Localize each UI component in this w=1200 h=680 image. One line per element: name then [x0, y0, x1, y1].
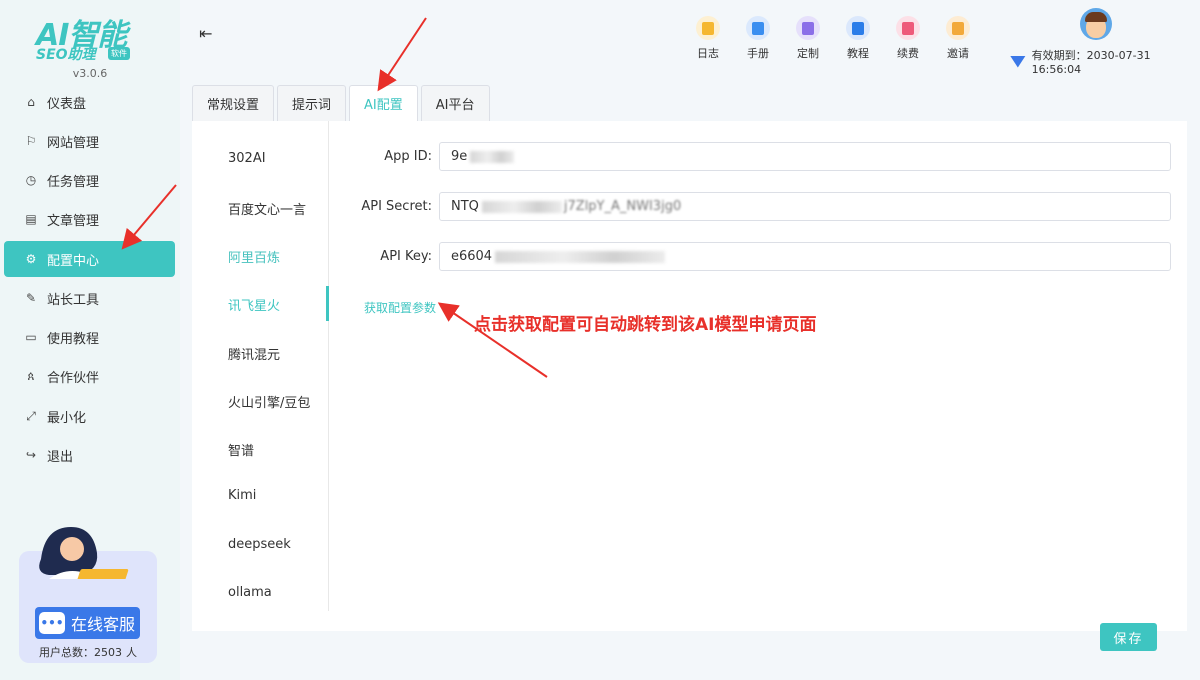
toolbar-log-button[interactable]: 日志 [688, 16, 728, 62]
flag-icon: ⚐ [25, 134, 37, 148]
toolbar-label: 续费 [897, 47, 919, 60]
sidebar-item-logout[interactable]: ↪ 退出 [4, 437, 175, 473]
app-logo: AI智能 SEO助理 软件 [30, 10, 148, 66]
document-icon: ▤ [25, 212, 37, 226]
sidebar-item-label: 仪表盘 [47, 96, 87, 112]
api-key-input[interactable]: e6604 [439, 242, 1171, 271]
sidebar: AI智能 SEO助理 软件 v3.0.6 ⌂ 仪表盘 ⚐ 网站管理 ◷ 任务管理… [0, 0, 180, 680]
sidebar-item-label: 退出 [47, 449, 74, 465]
provider-tencent-hunyuan[interactable]: 腾讯混元 [228, 344, 280, 363]
user-count-label: 用户总数：2503 [39, 646, 122, 659]
sidebar-item-sites[interactable]: ⚐ 网站管理 [4, 123, 175, 159]
provider-volcengine-doubao[interactable]: 火山引擎/豆包 [228, 392, 310, 411]
app-id-input[interactable]: 9e [439, 142, 1171, 171]
annotation-text: 点击获取配置可自动跳转到该AI模型申请页面 [474, 315, 817, 335]
user-count-unit: 人 [126, 646, 137, 659]
chat-icon: ••• [39, 612, 65, 634]
user-count: 用户总数：2503 人 [19, 644, 157, 660]
home-icon: ⌂ [27, 95, 35, 109]
vip-icon [1010, 55, 1026, 68]
tab-ai-config[interactable]: AI配置 [349, 85, 418, 121]
clock-icon: ◷ [25, 173, 37, 187]
provider-zhipu[interactable]: 智谱 [228, 440, 254, 459]
logo-badge: 软件 [108, 47, 130, 60]
redacted-text [481, 200, 562, 213]
sidebar-item-minimize[interactable]: ⤢ 最小化 [4, 398, 175, 434]
support-button-label: 在线客服 [71, 615, 136, 634]
get-config-params-link[interactable]: 获取配置参数 [364, 299, 436, 316]
custom-icon [796, 16, 820, 40]
sidebar-item-label: 使用教程 [47, 331, 100, 347]
api-key-value: e6604 [451, 249, 493, 264]
user-avatar[interactable] [1080, 8, 1112, 40]
log-icon [696, 16, 720, 40]
provider-xunfei-spark[interactable]: 讯飞星火 [228, 295, 280, 314]
sidebar-item-label: 最小化 [47, 410, 87, 426]
save-button[interactable]: 保存 [1100, 623, 1157, 651]
redacted-text [495, 250, 666, 263]
sidebar-item-tools[interactable]: ✎ 站长工具 [4, 280, 175, 316]
toolbar-renew-button[interactable]: 续费 [888, 16, 928, 62]
api-secret-tail: j7ZlpY_A_NWI3jg0 [563, 199, 682, 214]
toolbar-label: 定制 [797, 47, 819, 60]
toolbar-invite-button[interactable]: 邀请 [938, 16, 978, 62]
redacted-text [470, 150, 515, 163]
settings-tabs: 常规设置 提示词 AI配置 AI平台 [192, 85, 493, 121]
tab-ai-platform[interactable]: AI平台 [420, 85, 490, 121]
sidebar-item-tasks[interactable]: ◷ 任务管理 [4, 162, 175, 198]
people-icon: ጰ [27, 368, 35, 383]
logo-seo-text: SEO助理 [36, 47, 96, 63]
sidebar-item-dashboard[interactable]: ⌂ 仪表盘 [4, 84, 175, 120]
sidebar-item-config[interactable]: ⚙ 配置中心 [4, 241, 175, 277]
manual-icon [746, 16, 770, 40]
toolbar-label: 教程 [847, 47, 869, 60]
toolbar-tutorial-button[interactable]: 教程 [838, 16, 878, 62]
invite-icon [946, 16, 970, 40]
toolbar-label: 手册 [747, 47, 769, 60]
tutorial-icon [846, 16, 870, 40]
tab-prompts[interactable]: 提示词 [277, 85, 347, 121]
arrow-to-ai-config-tab [377, 17, 427, 92]
support-illustration [39, 527, 129, 579]
toolbar-manual-button[interactable]: 手册 [738, 16, 778, 62]
sidebar-item-label: 配置中心 [47, 253, 100, 269]
api-secret-input[interactable]: NTQ j7ZlpY_A_NWI3jg0 [439, 192, 1171, 221]
app-id-value: 9e [451, 149, 468, 164]
wrench-icon: ✎ [25, 291, 37, 305]
toolbar-label: 日志 [697, 47, 719, 60]
tab-general[interactable]: 常规设置 [192, 85, 275, 121]
sidebar-item-articles[interactable]: ▤ 文章管理 [4, 201, 175, 237]
expiry-text: 有效期到：2030-07-31 16:56:04 [1031, 49, 1151, 76]
sidebar-item-tutorial[interactable]: ▭ 使用教程 [4, 319, 175, 355]
sidebar-item-label: 合作伙伴 [47, 370, 100, 386]
sidebar-item-label: 文章管理 [47, 213, 100, 229]
provider-list: 302AI 百度文心一言 阿里百炼 讯飞星火 腾讯混元 火山引擎/豆包 智谱 K… [192, 121, 329, 611]
renew-icon [896, 16, 920, 40]
sidebar-item-label: 任务管理 [47, 174, 100, 190]
expiry-info: 有效期到：2030-07-31 16:56:04 [1010, 47, 1200, 76]
monitor-icon: ▭ [25, 330, 37, 344]
provider-ollama[interactable]: ollama [228, 585, 272, 600]
provider-deepseek[interactable]: deepseek [228, 537, 291, 552]
gear-icon: ⚙ [25, 252, 37, 266]
toolbar-label: 邀请 [947, 47, 969, 60]
online-support-button[interactable]: ••• 在线客服 [35, 607, 140, 639]
app-id-label: App ID: [384, 149, 432, 164]
minimize-icon: ⤢ [26, 408, 36, 423]
api-key-label: API Key: [380, 249, 432, 264]
sidebar-item-partners[interactable]: ጰ 合作伙伴 [4, 358, 175, 394]
menu-collapse-icon[interactable]: ⇤ [199, 25, 217, 43]
api-secret-label: API Secret: [361, 199, 432, 214]
config-panel: 302AI 百度文心一言 阿里百炼 讯飞星火 腾讯混元 火山引擎/豆包 智谱 K… [192, 121, 1187, 631]
logout-icon: ↪ [25, 448, 37, 462]
sidebar-item-label: 网站管理 [47, 135, 100, 151]
toolbar-custom-button[interactable]: 定制 [788, 16, 828, 62]
app-version: v3.0.6 [72, 67, 108, 80]
provider-active-indicator [326, 286, 329, 321]
sidebar-item-label: 站长工具 [47, 292, 100, 308]
provider-kimi[interactable]: Kimi [228, 488, 256, 503]
api-secret-value: NTQ [451, 199, 479, 214]
